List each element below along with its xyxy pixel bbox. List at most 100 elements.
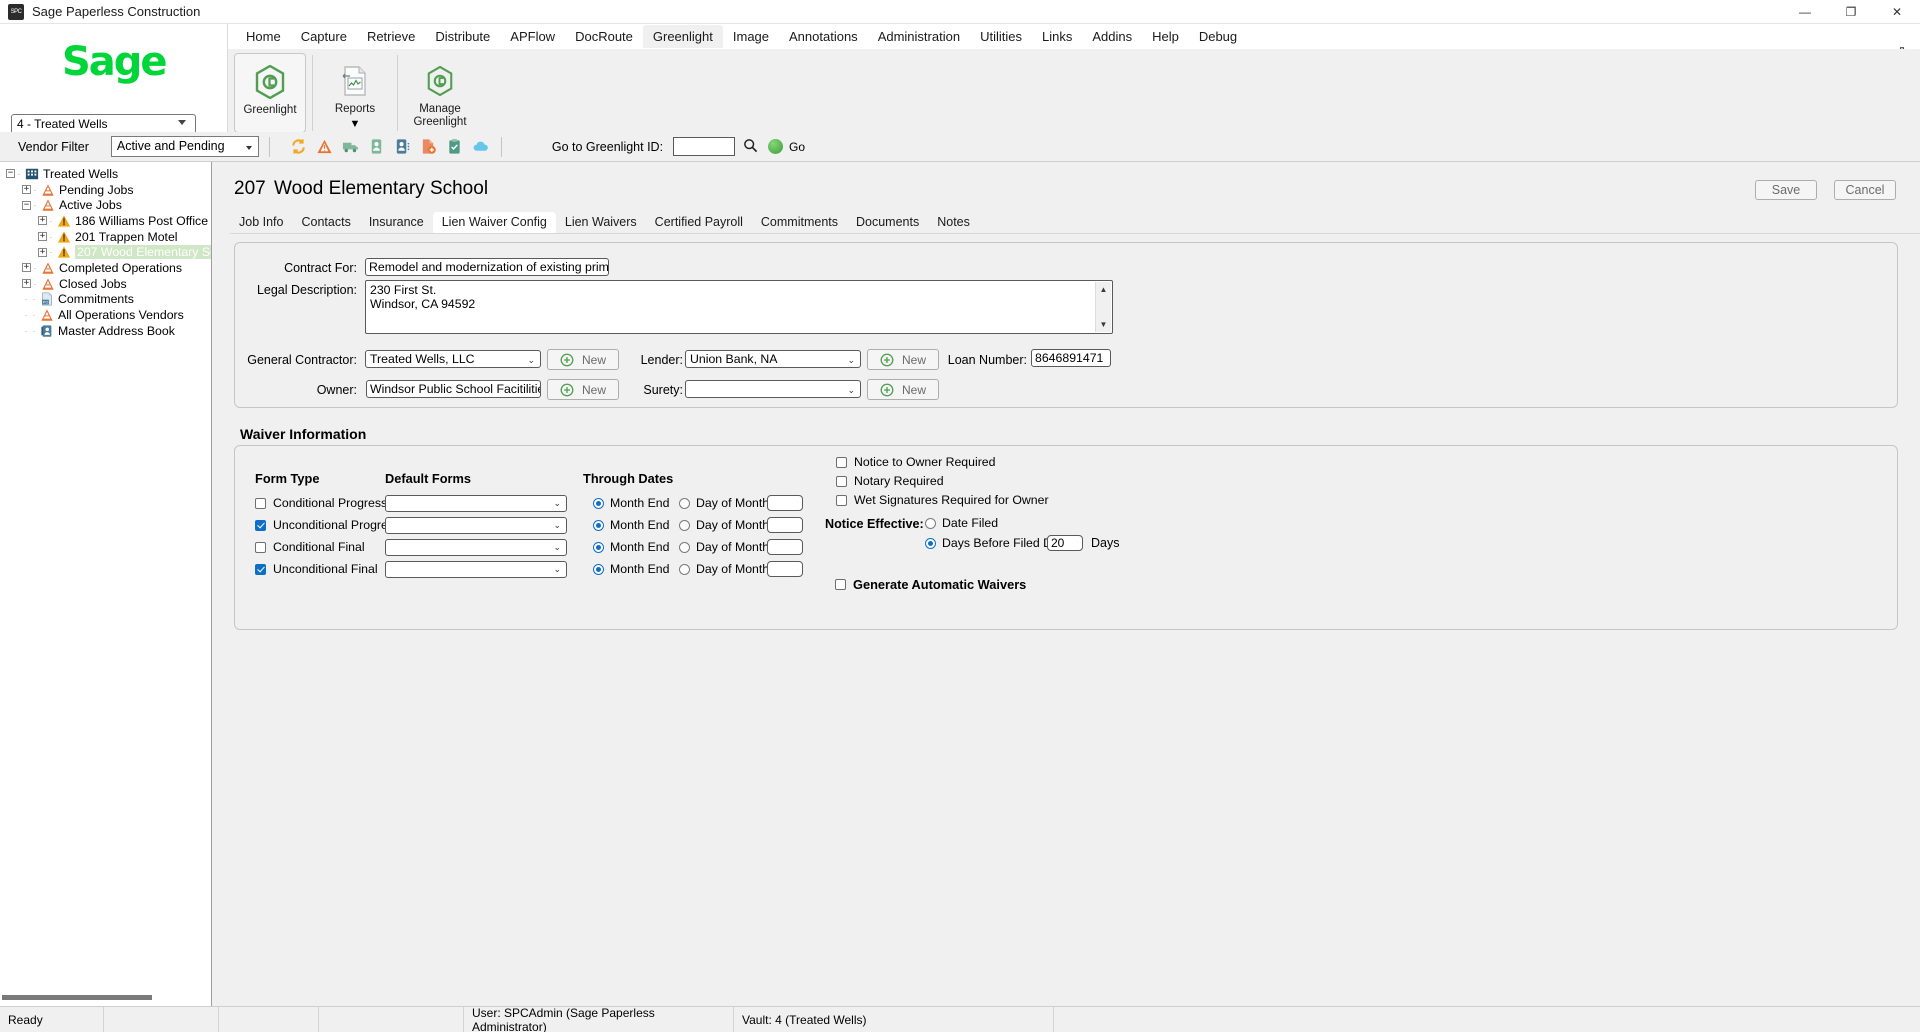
menu-help[interactable]: Help bbox=[1142, 25, 1189, 48]
tree-node-treated-wells[interactable]: − · Treated Wells bbox=[0, 166, 211, 182]
tab-notes[interactable]: Notes bbox=[928, 212, 979, 233]
form-type-conditional-progress-checkbox[interactable] bbox=[255, 497, 266, 509]
option-wet-signatures-required-for-owner-checkbox[interactable] bbox=[836, 494, 847, 506]
reports-dropdown-caret-icon[interactable]: ▼ bbox=[319, 118, 391, 130]
contract-for-input[interactable]: Remodel and modernization of existing pr… bbox=[365, 258, 609, 276]
search-icon[interactable] bbox=[743, 138, 758, 156]
default-form-unconditional-final-select[interactable]: ⌄ bbox=[385, 561, 567, 578]
tab-lien-waiver-config[interactable]: Lien Waiver Config bbox=[432, 212, 556, 233]
tab-insurance[interactable]: Insurance bbox=[360, 212, 433, 233]
days-before-filed-radio[interactable] bbox=[925, 537, 936, 549]
tree-node-201-trappen-motel[interactable]: + · 201 Trappen Motel bbox=[0, 229, 211, 245]
tab-contacts[interactable]: Contacts bbox=[292, 212, 359, 233]
menu-apflow[interactable]: APFlow bbox=[500, 25, 565, 48]
legal-description-input[interactable]: 230 First St. Windsor, CA 94592 ▲ ▼ bbox=[365, 280, 1113, 334]
tree-node-207-wood-elementary-sch[interactable]: + · 207 Wood Elementary Sch bbox=[0, 244, 211, 260]
form-type-unconditional-final-row[interactable]: Unconditional Final bbox=[255, 562, 378, 576]
menu-greenlight[interactable]: Greenlight bbox=[642, 25, 723, 48]
owner-input[interactable]: Windsor Public School Facitilities Partn… bbox=[366, 380, 541, 398]
generate-automatic-waivers-row[interactable]: Generate Automatic Waivers bbox=[835, 577, 1026, 592]
tab-certified-payroll[interactable]: Certified Payroll bbox=[646, 212, 752, 233]
tab-documents[interactable]: Documents bbox=[847, 212, 928, 233]
through-conditional-final-month-end-radio[interactable] bbox=[593, 541, 604, 553]
owner-new-button[interactable]: New bbox=[547, 379, 619, 400]
form-type-conditional-progress-row[interactable]: Conditional Progress bbox=[255, 496, 387, 510]
menu-administration[interactable]: Administration bbox=[868, 25, 970, 48]
greenlight-button[interactable]: Greenlight bbox=[234, 53, 306, 133]
scroll-down-icon[interactable]: ▼ bbox=[1096, 317, 1111, 332]
form-type-unconditional-progress-row[interactable]: Unconditional Progress bbox=[255, 518, 400, 532]
surety-select[interactable]: ⌄ bbox=[685, 380, 861, 398]
generate-automatic-waivers-checkbox[interactable] bbox=[835, 579, 846, 590]
menu-capture[interactable]: Capture bbox=[291, 25, 357, 48]
default-form-conditional-final-select[interactable]: ⌄ bbox=[385, 539, 567, 556]
general-contractor-select[interactable]: Treated Wells, LLC ⌄ bbox=[365, 350, 541, 368]
lender-select[interactable]: Union Bank, NA ⌄ bbox=[685, 350, 861, 368]
scroll-up-icon[interactable]: ▲ bbox=[1096, 282, 1111, 297]
through-conditional-final-day-input[interactable] bbox=[767, 539, 803, 555]
default-form-conditional-progress-select[interactable]: ⌄ bbox=[385, 495, 567, 512]
vault-selector[interactable]: 4 - Treated Wells bbox=[11, 114, 196, 134]
through-unconditional-progress-month-end-radio[interactable] bbox=[593, 519, 604, 531]
tree-expander[interactable]: + bbox=[38, 247, 47, 257]
general-contractor-new-button[interactable]: New bbox=[547, 349, 619, 370]
navigation-tree[interactable]: − · Treated Wells + · Pending Jobs − · Active Jo… bbox=[0, 162, 212, 1006]
tree-expander[interactable]: + bbox=[22, 279, 31, 289]
cancel-button[interactable]: Cancel bbox=[1834, 180, 1896, 200]
tree-expander[interactable]: + bbox=[22, 185, 31, 195]
clipboard-check-icon[interactable] bbox=[446, 138, 463, 155]
through-conditional-final-day-of-month-radio[interactable] bbox=[679, 541, 690, 553]
save-button[interactable]: Save bbox=[1755, 180, 1817, 200]
alert-triangle-icon[interactable] bbox=[316, 138, 333, 155]
surety-new-button[interactable]: New bbox=[867, 379, 939, 400]
through-conditional-final-month-end-row[interactable]: Month End bbox=[593, 540, 669, 554]
menu-debug[interactable]: Debug bbox=[1189, 25, 1247, 48]
person-card-icon[interactable] bbox=[394, 138, 411, 155]
tree-node-all-operations-vendors[interactable]: · · All Operations Vendors bbox=[0, 307, 211, 323]
tree-expander[interactable]: − bbox=[22, 200, 31, 210]
lender-new-button[interactable]: New bbox=[867, 349, 939, 370]
tab-job-info[interactable]: Job Info bbox=[230, 212, 292, 233]
menu-annotations[interactable]: Annotations bbox=[779, 25, 868, 48]
menu-image[interactable]: Image bbox=[723, 25, 779, 48]
close-button[interactable]: ✕ bbox=[1874, 0, 1920, 24]
through-unconditional-progress-day-of-month-radio[interactable] bbox=[679, 519, 690, 531]
menu-links[interactable]: Links bbox=[1032, 25, 1082, 48]
tree-node-active-jobs[interactable]: − · Active Jobs bbox=[0, 197, 211, 213]
tree-node-commitments[interactable]: · · PO Commitments bbox=[0, 292, 211, 308]
maximize-button[interactable]: ❐ bbox=[1828, 0, 1874, 24]
menu-docroute[interactable]: DocRoute bbox=[565, 25, 643, 48]
reports-button[interactable]: Reports bbox=[319, 53, 391, 116]
menu-addins[interactable]: Addins bbox=[1082, 25, 1142, 48]
through-conditional-final-day-of-month-row[interactable]: Day of Month bbox=[679, 540, 769, 554]
refresh-icon[interactable] bbox=[290, 138, 307, 155]
manage-greenlight-button[interactable]: Manage Greenlight bbox=[404, 53, 476, 129]
menu-home[interactable]: Home bbox=[236, 25, 291, 48]
default-form-unconditional-progress-select[interactable]: ⌄ bbox=[385, 517, 567, 534]
menu-retrieve[interactable]: Retrieve bbox=[357, 25, 425, 48]
tree-expander[interactable]: − bbox=[6, 169, 15, 179]
form-type-conditional-final-checkbox[interactable] bbox=[255, 541, 266, 553]
minimize-button[interactable]: — bbox=[1782, 0, 1828, 24]
through-conditional-progress-month-end-radio[interactable] bbox=[593, 497, 604, 509]
tree-horizontal-scrollbar[interactable] bbox=[2, 992, 210, 1002]
loan-number-input[interactable]: 8646891471 bbox=[1031, 349, 1111, 367]
tree-expander[interactable]: + bbox=[38, 232, 47, 242]
through-unconditional-progress-day-input[interactable] bbox=[767, 517, 803, 533]
through-conditional-progress-day-of-month-row[interactable]: Day of Month bbox=[679, 496, 769, 510]
through-conditional-progress-day-input[interactable] bbox=[767, 495, 803, 511]
form-type-unconditional-final-checkbox[interactable] bbox=[255, 563, 266, 575]
cloud-icon[interactable] bbox=[472, 138, 489, 155]
tab-lien-waivers[interactable]: Lien Waivers bbox=[556, 212, 646, 233]
tree-node-186-williams-post-office[interactable]: + · 186 Williams Post Office bbox=[0, 213, 211, 229]
contact-card-icon[interactable] bbox=[368, 138, 385, 155]
menu-utilities[interactable]: Utilities bbox=[970, 25, 1032, 48]
tree-node-master-address-book[interactable]: · · Master Address Book bbox=[0, 323, 211, 339]
tree-node-closed-jobs[interactable]: + · Closed Jobs bbox=[0, 276, 211, 292]
through-conditional-progress-month-end-row[interactable]: Month End bbox=[593, 496, 669, 510]
option-notice-to-owner-required-checkbox[interactable] bbox=[836, 456, 847, 468]
goto-greenlight-id-input[interactable] bbox=[673, 137, 736, 156]
through-unconditional-final-day-of-month-radio[interactable] bbox=[679, 563, 690, 575]
option-wet-signatures-required-for-owner-row[interactable]: Wet Signatures Required for Owner bbox=[836, 493, 1049, 507]
menu-distribute[interactable]: Distribute bbox=[425, 25, 500, 48]
